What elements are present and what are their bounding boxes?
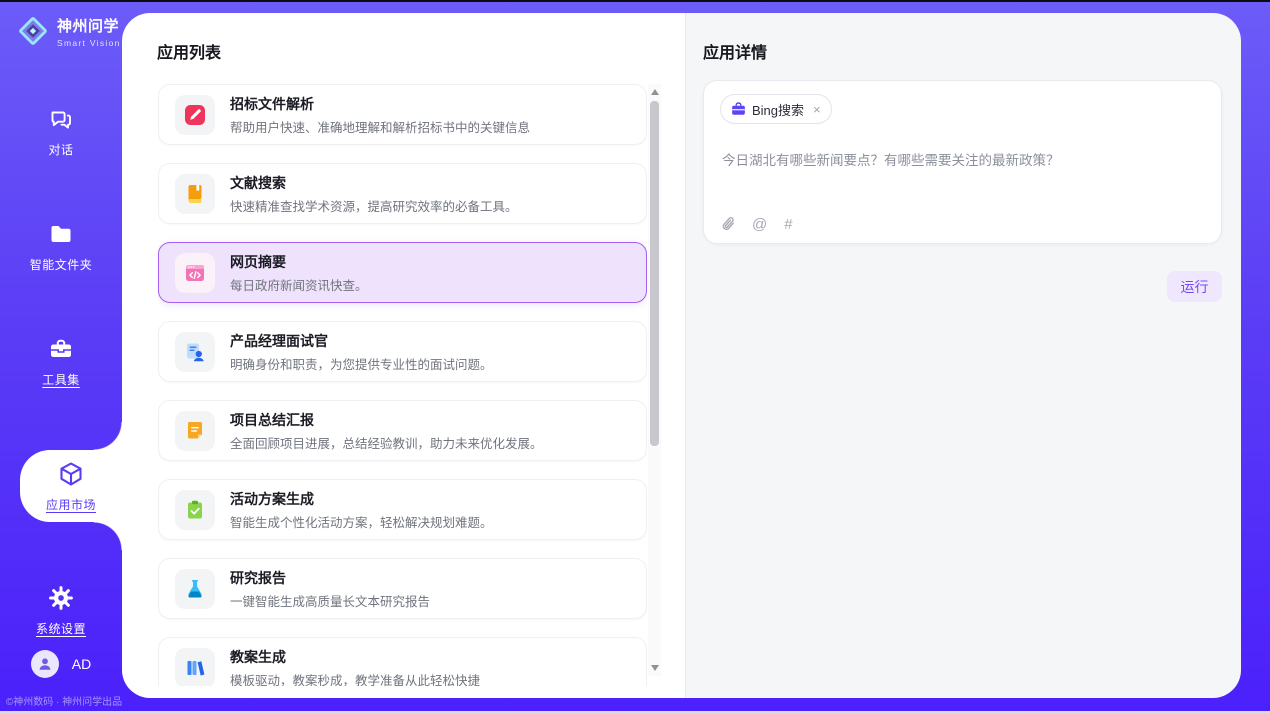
app-card-title: 产品经理面试官 (230, 331, 493, 351)
active-bubble-corner (94, 522, 122, 550)
content-area: 应用列表 招标文件解析帮助用户快速、准确地理解和解析招标书中的关键信息文献搜索快… (122, 13, 1241, 698)
avatar[interactable] (31, 650, 59, 678)
prompt-input[interactable]: 今日湖北有哪些新闻要点？有哪些需要关注的最新政策？ (722, 151, 1203, 171)
webpage-icon (175, 253, 215, 293)
scrollbar-thumb[interactable] (650, 101, 659, 446)
at-icon[interactable]: @ (752, 217, 767, 232)
scrollbar[interactable] (648, 84, 661, 676)
interviewer-icon (175, 332, 215, 372)
sidebar-item-chat[interactable]: 对话 (0, 105, 122, 158)
app-card-title: 招标文件解析 (230, 94, 530, 114)
top-edge-line (0, 0, 1270, 2)
tool-chip-label: Bing搜索 (752, 100, 804, 119)
folder-icon (48, 220, 74, 248)
sidebar-item-label: 应用市场 (46, 496, 96, 513)
app-card[interactable]: 文献搜索快速精准查找学术资源，提高研究效率的必备工具。 (158, 163, 647, 224)
app-list-title: 应用列表 (157, 39, 221, 63)
user-name: AD (72, 656, 91, 672)
sidebar-item-label: 对话 (48, 141, 73, 158)
app-card[interactable]: 项目总结汇报全面回顾项目进展，总结经验教训，助力未来优化发展。 (158, 400, 647, 461)
app-card-description: 智能生成个性化活动方案，轻松解决规划难题。 (230, 512, 493, 531)
app-detail-title: 应用详情 (703, 39, 767, 63)
hash-icon[interactable]: # (784, 217, 792, 232)
scrollbar-down-arrow[interactable] (648, 661, 661, 675)
app-card-description: 每日政府新闻资讯快查。 (230, 275, 368, 294)
app-card-description: 快速精准查找学术资源，提高研究效率的必备工具。 (230, 196, 518, 215)
paperclip-icon[interactable] (722, 216, 735, 232)
scrollbar-up-arrow[interactable] (648, 85, 661, 99)
app-card-description: 模板驱动，教案秒成，教学准备从此轻松快捷 (230, 670, 480, 687)
app-window: 神州问学 Smart Vision 对话智能文件夹工具集应用市场系统设置 AD … (0, 0, 1270, 714)
app-list-panel: 应用列表 招标文件解析帮助用户快速、准确地理解和解析招标书中的关键信息文献搜索快… (122, 13, 685, 698)
cube-icon (57, 460, 85, 488)
tool-chip-bing-search[interactable]: Bing搜索 × (720, 94, 832, 124)
gear-icon (48, 584, 74, 612)
app-card-list: 招标文件解析帮助用户快速、准确地理解和解析招标书中的关键信息文献搜索快速精准查找… (158, 84, 647, 686)
prompt-card: Bing搜索 × 今日湖北有哪些新闻要点？有哪些需要关注的最新政策？ @# (703, 80, 1222, 244)
app-card-description: 全面回顾项目进展，总结经验教训，助力未来优化发展。 (230, 433, 543, 452)
app-card[interactable]: 网页摘要每日政府新闻资讯快查。 (158, 242, 647, 303)
copyright-footer: ©神州数码 · 神州问学出品 (0, 693, 132, 708)
sidebar-item-settings[interactable]: 系统设置 (0, 584, 122, 637)
user-profile[interactable]: AD (0, 650, 122, 678)
app-card[interactable]: 教案生成模板驱动，教案秒成，教学准备从此轻松快捷 (158, 637, 647, 686)
app-card-title: 教案生成 (230, 647, 480, 667)
app-card[interactable]: 产品经理面试官明确身份和职责，为您提供专业性的面试问题。 (158, 321, 647, 382)
close-icon[interactable]: × (813, 102, 821, 117)
logo-title: 神州问学 (57, 19, 121, 36)
bid-doc-icon (175, 95, 215, 135)
sidebar-item-label: 工具集 (42, 371, 80, 388)
logo-subtitle: Smart Vision (57, 38, 121, 48)
sidebar-item-label: 系统设置 (36, 620, 86, 637)
sidebar-item-smart-folders[interactable]: 智能文件夹 (0, 220, 122, 273)
lesson-icon (175, 648, 215, 687)
briefcase-icon (731, 102, 746, 116)
app-card-title: 网页摘要 (230, 252, 368, 272)
logo-diamond-icon (16, 14, 50, 53)
app-card-title: 项目总结汇报 (230, 410, 543, 430)
sidebar-nav: 对话智能文件夹工具集应用市场系统设置 (0, 105, 122, 699)
app-card[interactable]: 招标文件解析帮助用户快速、准确地理解和解析招标书中的关键信息 (158, 84, 647, 145)
app-card-title: 文献搜索 (230, 173, 518, 193)
active-bubble-corner (94, 422, 122, 450)
sidebar-item-toolbox[interactable]: 工具集 (0, 335, 122, 388)
prompt-toolbar: @# (722, 216, 793, 232)
book-icon (175, 174, 215, 214)
app-card[interactable]: 活动方案生成智能生成个性化活动方案，轻松解决规划难题。 (158, 479, 647, 540)
app-card-description: 明确身份和职责，为您提供专业性的面试问题。 (230, 354, 493, 373)
toolbox-icon (48, 335, 74, 363)
app-detail-panel: 应用详情 Bing搜索 × 今日湖北有哪些新闻要点？有哪些需要关注的最新政策？ … (685, 13, 1241, 698)
user-icon (37, 656, 53, 672)
clipboard-icon (175, 490, 215, 530)
app-card-title: 活动方案生成 (230, 489, 493, 509)
app-card-description: 帮助用户快速、准确地理解和解析招标书中的关键信息 (230, 117, 530, 136)
sidebar: 神州问学 Smart Vision 对话智能文件夹工具集应用市场系统设置 AD … (0, 2, 122, 714)
app-logo: 神州问学 Smart Vision (16, 14, 121, 53)
chat-icon (48, 105, 74, 133)
app-card-description: 一键智能生成高质量长文本研究报告 (230, 591, 430, 610)
sidebar-item-app-market[interactable]: 应用市场 (20, 450, 122, 522)
research-icon (175, 569, 215, 609)
app-card-title: 研究报告 (230, 568, 430, 588)
run-button[interactable]: 运行 (1167, 271, 1222, 302)
sidebar-item-label: 智能文件夹 (30, 256, 93, 273)
note-icon (175, 411, 215, 451)
app-card[interactable]: 研究报告一键智能生成高质量长文本研究报告 (158, 558, 647, 619)
